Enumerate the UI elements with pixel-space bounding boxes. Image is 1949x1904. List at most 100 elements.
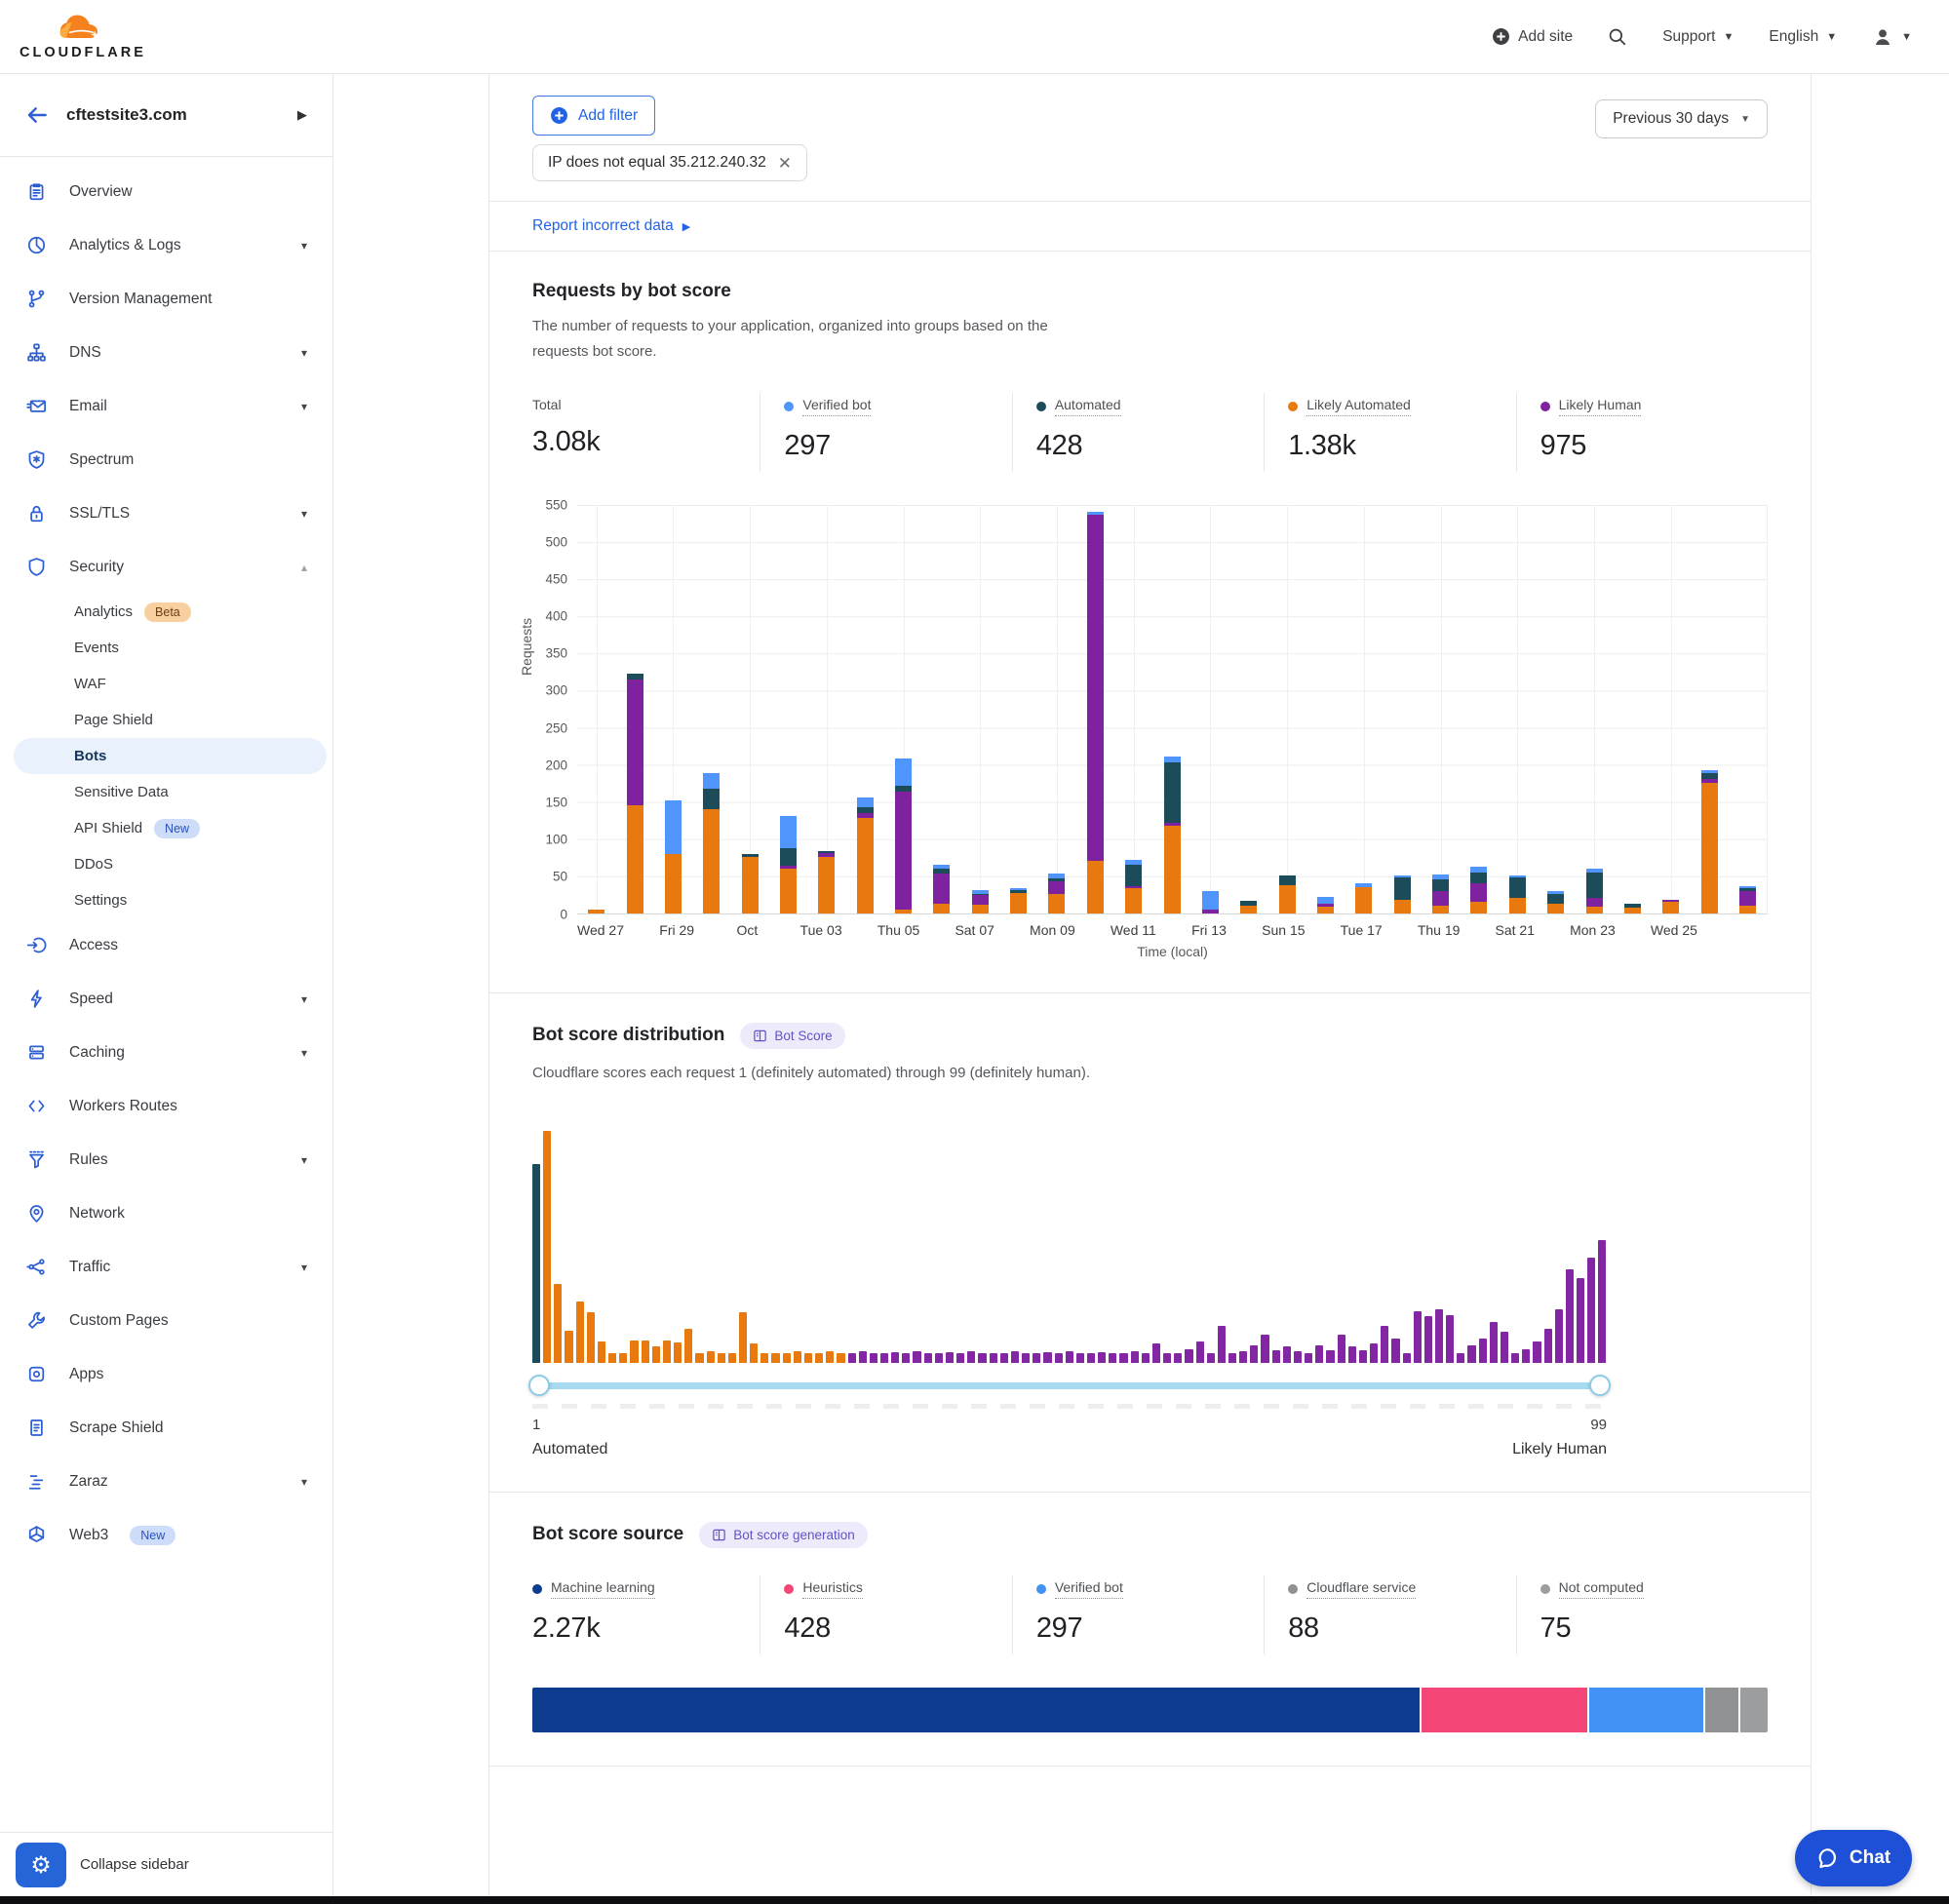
- y-tick-label: 250: [545, 720, 567, 735]
- hist-bar: [848, 1353, 856, 1363]
- preferences-button[interactable]: ⚙: [16, 1843, 66, 1887]
- bar-segment: [703, 789, 720, 809]
- hist-bar: [728, 1353, 736, 1363]
- bar-segment: [588, 910, 604, 913]
- x-axis: Wed 27Fri 29OctTue 03Thu 05Sat 07Mon 09W…: [577, 922, 1768, 938]
- chevron-down-icon: ▼: [1826, 31, 1837, 43]
- hist-bar: [739, 1312, 747, 1363]
- date-range-dropdown[interactable]: Previous 30 days ▼: [1595, 99, 1768, 138]
- sidebar-item-security-bots[interactable]: Bots: [14, 738, 327, 774]
- y-tick-label: 350: [545, 646, 567, 661]
- chevron-down-icon: ▾: [301, 1475, 307, 1489]
- hist-bar: [760, 1353, 768, 1363]
- bot-score-generation-pill[interactable]: Bot score generation: [699, 1522, 868, 1548]
- hist-bar: [967, 1351, 975, 1363]
- x-tick-label: Tue 17: [1341, 922, 1383, 938]
- sidebar-item-security-analytics[interactable]: Analytics Beta: [0, 594, 332, 630]
- hist-bar: [543, 1131, 551, 1363]
- hist-bar: [1294, 1351, 1302, 1363]
- collapse-sidebar[interactable]: ⚙ Collapse sidebar: [0, 1832, 332, 1896]
- sidebar-item-apps[interactable]: Apps: [0, 1347, 332, 1401]
- slider-handle-min[interactable]: [528, 1375, 550, 1396]
- bar-segment: [1432, 906, 1449, 913]
- bar-segment: [857, 797, 874, 807]
- bot-score-pill[interactable]: Bot Score: [740, 1023, 844, 1049]
- chart-column: [1037, 505, 1075, 913]
- sidebar-item-rules[interactable]: Rules ▾: [0, 1133, 332, 1186]
- hist-bar: [1250, 1345, 1258, 1363]
- hist-bar: [1239, 1351, 1247, 1363]
- docs-icon: [753, 1029, 767, 1043]
- hist-bar: [880, 1353, 888, 1363]
- hist-bar: [1228, 1353, 1236, 1363]
- add-site-button[interactable]: Add site: [1492, 27, 1573, 46]
- sidebar-item-security-events[interactable]: Events: [0, 630, 332, 666]
- hist-bar: [1315, 1345, 1323, 1363]
- sidebar-item-dns[interactable]: DNS ▾: [0, 326, 332, 379]
- sidebar-item-security[interactable]: Security ▴: [0, 540, 332, 594]
- hist-bar: [1066, 1351, 1073, 1363]
- sidebar-item-security-waf[interactable]: WAF: [0, 666, 332, 702]
- report-incorrect-data-link[interactable]: Report incorrect data ▶: [532, 217, 690, 235]
- sidebar-item-security-settings[interactable]: Settings: [0, 882, 332, 918]
- x-tick-label: [1306, 922, 1341, 938]
- sidebar-item-analytics-logs[interactable]: Analytics & Logs ▾: [0, 218, 332, 272]
- sidebar-item-version-management[interactable]: Version Management: [0, 272, 332, 326]
- account-menu[interactable]: ▼: [1872, 26, 1912, 48]
- sidebar-item-network[interactable]: Network: [0, 1186, 332, 1240]
- legend-dot: [784, 402, 794, 411]
- stat-total: Total 3.08k: [532, 393, 760, 472]
- bar-segment: [1470, 902, 1487, 913]
- search-icon[interactable]: [1608, 27, 1627, 47]
- sidebar-item-security-sensitive-data[interactable]: Sensitive Data: [0, 774, 332, 810]
- language-menu[interactable]: English▼: [1769, 28, 1837, 46]
- back-icon[interactable]: [25, 103, 49, 127]
- bar-segment: [1087, 861, 1104, 913]
- sidebar-item-traffic[interactable]: Traffic ▾: [0, 1240, 332, 1294]
- sidebar-item-overview[interactable]: Overview: [0, 165, 332, 218]
- sidebar-item-security-page-shield[interactable]: Page Shield: [0, 702, 332, 738]
- sidebar-item-spectrum[interactable]: Spectrum: [0, 433, 332, 486]
- sidebar-item-access[interactable]: Access: [0, 918, 332, 972]
- chart-column: [1267, 505, 1306, 913]
- x-tick-label: Oct: [729, 922, 764, 938]
- hist-bar: [1152, 1343, 1160, 1363]
- sidebar-item-email[interactable]: Email ▾: [0, 379, 332, 433]
- bar-segment: [1164, 762, 1181, 823]
- sidebar-item-zaraz[interactable]: Zaraz ▾: [0, 1455, 332, 1508]
- stat-cloudflare-service: Cloudflare service 88: [1264, 1575, 1515, 1654]
- sidebar-item-ssl-tls[interactable]: SSL/TLS ▾: [0, 486, 332, 540]
- sidebar-item-workers-routes[interactable]: Workers Routes: [0, 1079, 332, 1133]
- hist-bar: [1381, 1326, 1388, 1363]
- bar-segment: [1317, 907, 1334, 913]
- add-filter-button[interactable]: Add filter: [532, 96, 655, 136]
- new-badge: New: [130, 1526, 175, 1545]
- site-switcher-icon[interactable]: ▶: [297, 107, 307, 123]
- sidebar-item-security-api-shield[interactable]: API Shield New: [0, 810, 332, 846]
- chat-button[interactable]: Chat: [1795, 1830, 1912, 1886]
- sidebar-item-caching[interactable]: Caching ▾: [0, 1026, 332, 1079]
- remove-filter-icon[interactable]: ✕: [778, 155, 792, 172]
- sidebar-item-speed[interactable]: Speed ▾: [0, 972, 332, 1026]
- sidebar-item-security-ddos[interactable]: DDoS: [0, 846, 332, 882]
- slider-track[interactable]: [532, 1382, 1607, 1389]
- y-tick-label: 450: [545, 571, 567, 586]
- x-tick-label: [694, 922, 729, 938]
- legend-dot: [1540, 402, 1550, 411]
- bot-score-histogram: [532, 1129, 1607, 1363]
- legend-dot: [784, 1584, 794, 1594]
- hist-bar: [750, 1343, 758, 1363]
- sidebar-item-scrape-shield[interactable]: Scrape Shield: [0, 1401, 332, 1455]
- hist-bar: [554, 1284, 562, 1363]
- hist-bar: [859, 1351, 867, 1363]
- slider-handle-max[interactable]: [1589, 1375, 1611, 1396]
- sidebar-item-custom-pages[interactable]: Custom Pages: [0, 1294, 332, 1347]
- support-menu[interactable]: Support▼: [1662, 28, 1734, 46]
- bar-segment: [1662, 902, 1679, 913]
- hist-bar: [630, 1341, 638, 1363]
- cloudflare-logo[interactable]: CLOUDFLARE: [19, 13, 146, 60]
- hist-bar: [1033, 1353, 1040, 1363]
- sidebar-item-web3[interactable]: Web3 New: [0, 1508, 332, 1562]
- hist-bar: [1501, 1332, 1508, 1363]
- bar-segment: [1394, 877, 1411, 900]
